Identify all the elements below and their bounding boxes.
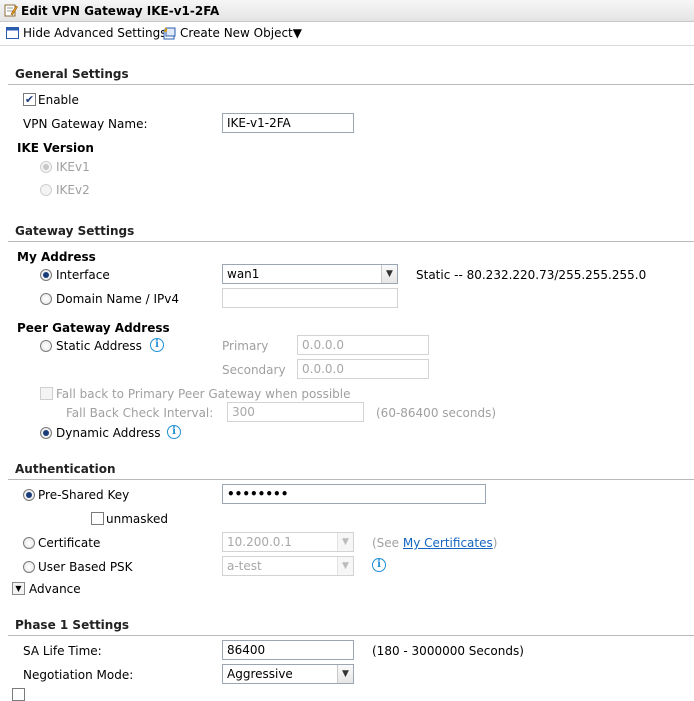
my-address-heading: My Address bbox=[17, 250, 96, 264]
chevron-down-icon: ▼ bbox=[381, 265, 397, 283]
domain-name-input[interactable] bbox=[222, 288, 398, 308]
sa-life-time-input[interactable]: 86400 bbox=[222, 640, 354, 660]
create-new-object-menu[interactable]: Create New Object▼ bbox=[180, 26, 302, 40]
dynamic-address-radio[interactable] bbox=[40, 427, 52, 439]
certificate-select-value: 10.200.0.1 bbox=[227, 535, 292, 549]
advance-toggle[interactable]: Advance bbox=[29, 582, 81, 596]
ikev2-radio[interactable] bbox=[40, 184, 52, 196]
ikev1-radio[interactable] bbox=[40, 161, 52, 173]
fallback-interval-label: Fall Back Check Interval: bbox=[66, 406, 214, 420]
window-title: Edit VPN Gateway IKE-v1-2FA bbox=[21, 4, 220, 18]
my-certificates-link[interactable]: My Certificates bbox=[403, 536, 493, 550]
pre-shared-key-label: Pre-Shared Key bbox=[38, 488, 130, 502]
certificate-radio[interactable] bbox=[23, 537, 35, 549]
fallback-interval-hint: (60-86400 seconds) bbox=[376, 406, 496, 420]
user-based-psk-label: User Based PSK bbox=[38, 560, 133, 574]
interface-radio[interactable] bbox=[40, 269, 52, 281]
certificate-hint-suffix: ) bbox=[492, 536, 498, 550]
toolbar: Hide Advanced Settings Create New Object… bbox=[0, 22, 694, 46]
user-psk-select[interactable]: a-test ▼ bbox=[222, 556, 354, 576]
primary-label: Primary bbox=[222, 339, 269, 353]
negotiation-mode-select[interactable]: Aggressive ▼ bbox=[222, 664, 354, 684]
user-based-psk-radio[interactable] bbox=[23, 561, 35, 573]
info-icon[interactable]: i bbox=[150, 338, 164, 352]
certificate-hint-prefix: (See bbox=[372, 536, 403, 550]
ikev2-label: IKEv2 bbox=[56, 183, 90, 197]
window-titlebar: Edit VPN Gateway IKE-v1-2FA bbox=[0, 0, 694, 22]
chevron-down-icon: ▼ bbox=[337, 557, 353, 575]
negotiation-mode-label: Negotiation Mode: bbox=[23, 668, 134, 682]
ike-version-heading: IKE Version bbox=[17, 141, 94, 155]
peer-gateway-heading: Peer Gateway Address bbox=[17, 321, 170, 335]
interface-select[interactable]: wan1 ▼ bbox=[222, 264, 398, 284]
divider bbox=[8, 635, 694, 636]
sa-life-time-hint: (180 - 3000000 Seconds) bbox=[372, 644, 524, 658]
new-object-icon bbox=[163, 27, 176, 40]
static-address-radio[interactable] bbox=[40, 340, 52, 352]
partial-checkbox[interactable] bbox=[12, 688, 25, 701]
unmasked-checkbox[interactable] bbox=[91, 512, 104, 525]
divider bbox=[8, 241, 694, 242]
general-settings-heading: General Settings bbox=[15, 67, 129, 81]
gateway-settings-heading: Gateway Settings bbox=[15, 224, 135, 238]
interface-status: Static -- 80.232.220.73/255.255.255.0 bbox=[416, 268, 647, 282]
fallback-checkbox[interactable] bbox=[40, 387, 53, 400]
list-icon bbox=[6, 27, 19, 39]
pre-shared-key-radio[interactable] bbox=[23, 489, 35, 501]
primary-address-input[interactable]: 0.0.0.0 bbox=[297, 335, 429, 355]
info-icon[interactable]: i bbox=[372, 558, 386, 572]
divider bbox=[8, 84, 694, 85]
negotiation-mode-value: Aggressive bbox=[227, 667, 293, 681]
secondary-label: Secondary bbox=[222, 363, 286, 377]
info-icon[interactable]: i bbox=[167, 425, 181, 439]
fallback-label: Fall back to Primary Peer Gateway when p… bbox=[56, 387, 351, 401]
chevron-down-icon: ▼ bbox=[337, 665, 353, 683]
hide-advanced-settings-button[interactable]: Hide Advanced Settings bbox=[23, 26, 166, 40]
certificate-select[interactable]: 10.200.0.1 ▼ bbox=[222, 532, 354, 552]
domain-name-radio[interactable] bbox=[40, 293, 52, 305]
interface-label: Interface bbox=[56, 268, 110, 282]
chevron-down-icon: ▼ bbox=[337, 533, 353, 551]
user-psk-select-value: a-test bbox=[227, 559, 262, 573]
certificate-label: Certificate bbox=[38, 536, 101, 550]
expand-triangle-icon[interactable]: ▼ bbox=[12, 582, 25, 595]
pre-shared-key-input[interactable]: •••••••• bbox=[222, 484, 486, 504]
domain-name-label: Domain Name / IPv4 bbox=[56, 292, 179, 306]
phase1-settings-heading: Phase 1 Settings bbox=[15, 618, 130, 632]
edit-icon bbox=[4, 3, 18, 17]
static-address-label: Static Address bbox=[56, 339, 142, 353]
ikev1-label: IKEv1 bbox=[56, 160, 90, 174]
gateway-name-input[interactable]: IKE-v1-2FA bbox=[222, 113, 354, 133]
gateway-name-label: VPN Gateway Name: bbox=[23, 117, 148, 131]
dynamic-address-label: Dynamic Address bbox=[56, 426, 161, 440]
certificate-hint: (See My Certificates) bbox=[372, 536, 497, 550]
enable-checkbox[interactable]: ✔ bbox=[23, 93, 36, 106]
secondary-address-input[interactable]: 0.0.0.0 bbox=[297, 359, 429, 379]
interface-select-value: wan1 bbox=[227, 267, 260, 281]
authentication-heading: Authentication bbox=[15, 462, 116, 476]
enable-label: Enable bbox=[38, 93, 79, 107]
divider bbox=[8, 479, 694, 480]
fallback-interval-input[interactable]: 300 bbox=[227, 402, 364, 422]
sa-life-time-label: SA Life Time: bbox=[23, 644, 102, 658]
unmasked-label: unmasked bbox=[106, 512, 169, 526]
